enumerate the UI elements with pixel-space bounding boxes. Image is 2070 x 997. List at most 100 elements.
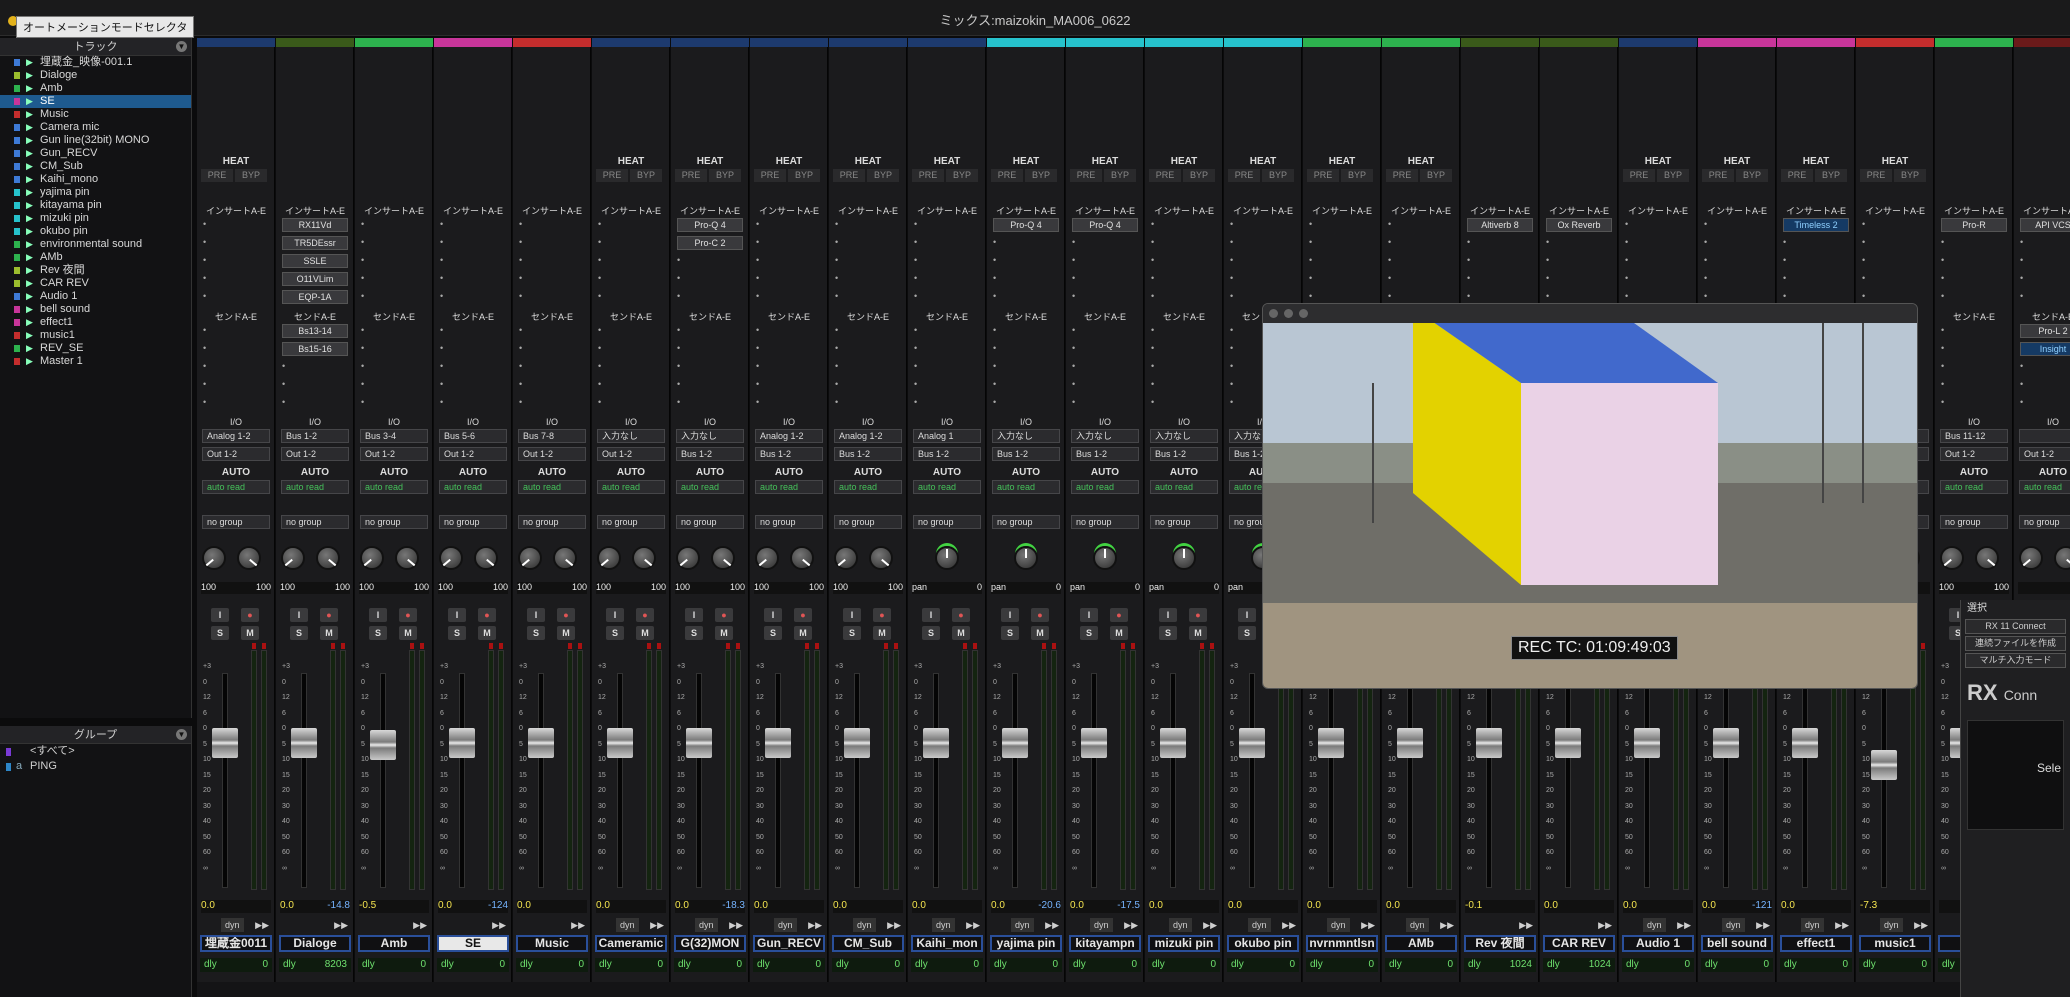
track-name-plate[interactable]: CM_Sub	[832, 935, 904, 952]
record-enable-button[interactable]: ●	[241, 608, 259, 622]
insert-slot-empty[interactable]: •	[1151, 254, 1217, 267]
track-name-plate[interactable]: Music	[516, 935, 588, 952]
send-slot-empty[interactable]: •	[361, 378, 427, 391]
input-monitor-button[interactable]: I	[606, 608, 624, 622]
expand-arrow-icon[interactable]: ▶	[26, 173, 33, 186]
mute-button[interactable]: M	[952, 626, 970, 640]
insert-slot-empty[interactable]: •	[756, 236, 822, 249]
chevron-down-icon[interactable]: ▼	[176, 41, 187, 52]
send-slot-empty[interactable]: •	[203, 324, 269, 337]
input-selector[interactable]: 入力なし	[992, 429, 1060, 443]
fast-forward-icon[interactable]: ▶▶	[492, 918, 506, 932]
insert-slot-empty[interactable]: •	[1704, 254, 1770, 267]
insert-slot-empty[interactable]: •	[2020, 290, 2070, 303]
insert-slot-empty[interactable]: •	[1625, 254, 1691, 267]
input-selector[interactable]: Bus 1-2	[281, 429, 349, 443]
output-selector[interactable]: Bus 1-2	[913, 447, 981, 461]
volume-readout[interactable]: 0.0 -18.3	[675, 900, 745, 913]
volume-readout[interactable]: 0.0	[1386, 900, 1456, 913]
mute-button[interactable]: M	[715, 626, 733, 640]
clip-indicator[interactable]	[1921, 643, 1925, 649]
volume-readout[interactable]: 0.0	[1544, 900, 1614, 913]
volume-fader[interactable]	[1555, 728, 1581, 758]
send-slot-empty[interactable]: •	[756, 396, 822, 409]
send-slot-empty[interactable]: •	[440, 396, 506, 409]
insert-slot-empty[interactable]: •	[598, 272, 664, 285]
send-slot-empty[interactable]: •	[203, 360, 269, 373]
insert-slot-empty[interactable]: •	[519, 272, 585, 285]
insert-slot-empty[interactable]: •	[1388, 254, 1454, 267]
expand-arrow-icon[interactable]: ▶	[26, 303, 33, 316]
insert-slot-empty[interactable]: •	[1783, 254, 1849, 267]
expand-arrow-icon[interactable]: ▶	[26, 199, 33, 212]
volume-fader[interactable]	[449, 728, 475, 758]
send-slot-empty[interactable]: •	[519, 342, 585, 355]
expand-arrow-icon[interactable]: ▶	[26, 342, 33, 355]
clip-indicator[interactable]	[884, 643, 888, 649]
send-slot-empty[interactable]: •	[203, 378, 269, 391]
input-selector[interactable]: 入力なし	[676, 429, 744, 443]
send-slot-empty[interactable]: •	[1151, 360, 1217, 373]
expand-arrow-icon[interactable]: ▶	[26, 121, 33, 134]
expand-arrow-icon[interactable]: ▶	[26, 108, 33, 121]
heat-bypass-button[interactable]: BYP	[1657, 169, 1689, 182]
volume-readout[interactable]: 0.0	[1623, 900, 1693, 913]
insert-slot-empty[interactable]: •	[440, 272, 506, 285]
insert-slot-empty[interactable]: •	[203, 218, 269, 231]
insert-slot-empty[interactable]: •	[835, 254, 901, 267]
volume-fader[interactable]	[1002, 728, 1028, 758]
minimize-icon[interactable]	[1284, 309, 1293, 318]
automation-mode-selector[interactable]: auto read	[992, 480, 1060, 494]
insert-slot-empty[interactable]: •	[598, 290, 664, 303]
insert-slot-empty[interactable]: •	[1309, 290, 1375, 303]
insert-slot-empty[interactable]: •	[677, 290, 743, 303]
input-selector[interactable]: Bus 3-4	[360, 429, 428, 443]
output-selector[interactable]: Bus 1-2	[992, 447, 1060, 461]
output-selector[interactable]: Bus 1-2	[676, 447, 744, 461]
insert-slot-empty[interactable]: •	[1309, 272, 1375, 285]
record-enable-button[interactable]: ●	[478, 608, 496, 622]
pan-knob-left[interactable]	[597, 546, 621, 570]
send-slot-empty[interactable]: •	[1072, 360, 1138, 373]
insert-slot-empty[interactable]: •	[914, 236, 980, 249]
input-monitor-button[interactable]: I	[1001, 608, 1019, 622]
dyn-button[interactable]: dyn	[1801, 918, 1824, 932]
pan-knob-left[interactable]	[2019, 546, 2043, 570]
insert-slot-empty[interactable]: •	[1072, 272, 1138, 285]
fast-forward-icon[interactable]: ▶▶	[887, 918, 901, 932]
track-name-plate[interactable]: CAR REV	[1543, 935, 1615, 952]
insert-slot-empty[interactable]: •	[1230, 236, 1296, 249]
automation-mode-selector[interactable]: auto read	[2019, 480, 2070, 494]
heat-pre-button[interactable]: PRE	[596, 169, 628, 182]
insert-slot-empty[interactable]: •	[1625, 290, 1691, 303]
insert-slot-empty[interactable]: •	[1704, 218, 1770, 231]
track-name-plate[interactable]: Gun_RECV	[753, 935, 825, 952]
clip-indicator[interactable]	[657, 643, 661, 649]
group-list-header[interactable]: グループ ▼	[0, 726, 191, 744]
fast-forward-icon[interactable]: ▶▶	[1203, 918, 1217, 932]
pan-knob[interactable]	[1172, 546, 1196, 570]
pan-knob-left[interactable]	[755, 546, 779, 570]
insert-slot[interactable]: Pro-Q 4	[677, 218, 743, 232]
solo-button[interactable]: S	[922, 626, 940, 640]
send-slot-empty[interactable]: •	[1151, 396, 1217, 409]
volume-readout[interactable]: 0.0	[1228, 900, 1298, 913]
heat-pre-button[interactable]: PRE	[1781, 169, 1813, 182]
heat-bypass-button[interactable]: BYP	[1104, 169, 1136, 182]
dyn-button[interactable]: dyn	[1880, 918, 1903, 932]
send-slot-empty[interactable]: •	[440, 324, 506, 337]
insert-slot-empty[interactable]: •	[914, 218, 980, 231]
volume-fader[interactable]	[1239, 728, 1265, 758]
output-selector[interactable]: Out 1-2	[1940, 447, 2008, 461]
track-list-item[interactable]: ▶ Dialoge	[0, 69, 191, 82]
volume-readout[interactable]: 0.0	[1781, 900, 1851, 913]
track-list-item[interactable]: ▶ yajima pin	[0, 186, 191, 199]
insert-slot[interactable]: O11VLim	[282, 272, 348, 286]
mute-button[interactable]: M	[399, 626, 417, 640]
clip-indicator[interactable]	[410, 643, 414, 649]
insert-slot-empty[interactable]: •	[1941, 272, 2007, 285]
pan-knob-left[interactable]	[360, 546, 384, 570]
track-list-item[interactable]: ▶ Gun_RECV	[0, 147, 191, 160]
expand-arrow-icon[interactable]: ▶	[26, 251, 33, 264]
expand-arrow-icon[interactable]: ▶	[26, 329, 33, 342]
